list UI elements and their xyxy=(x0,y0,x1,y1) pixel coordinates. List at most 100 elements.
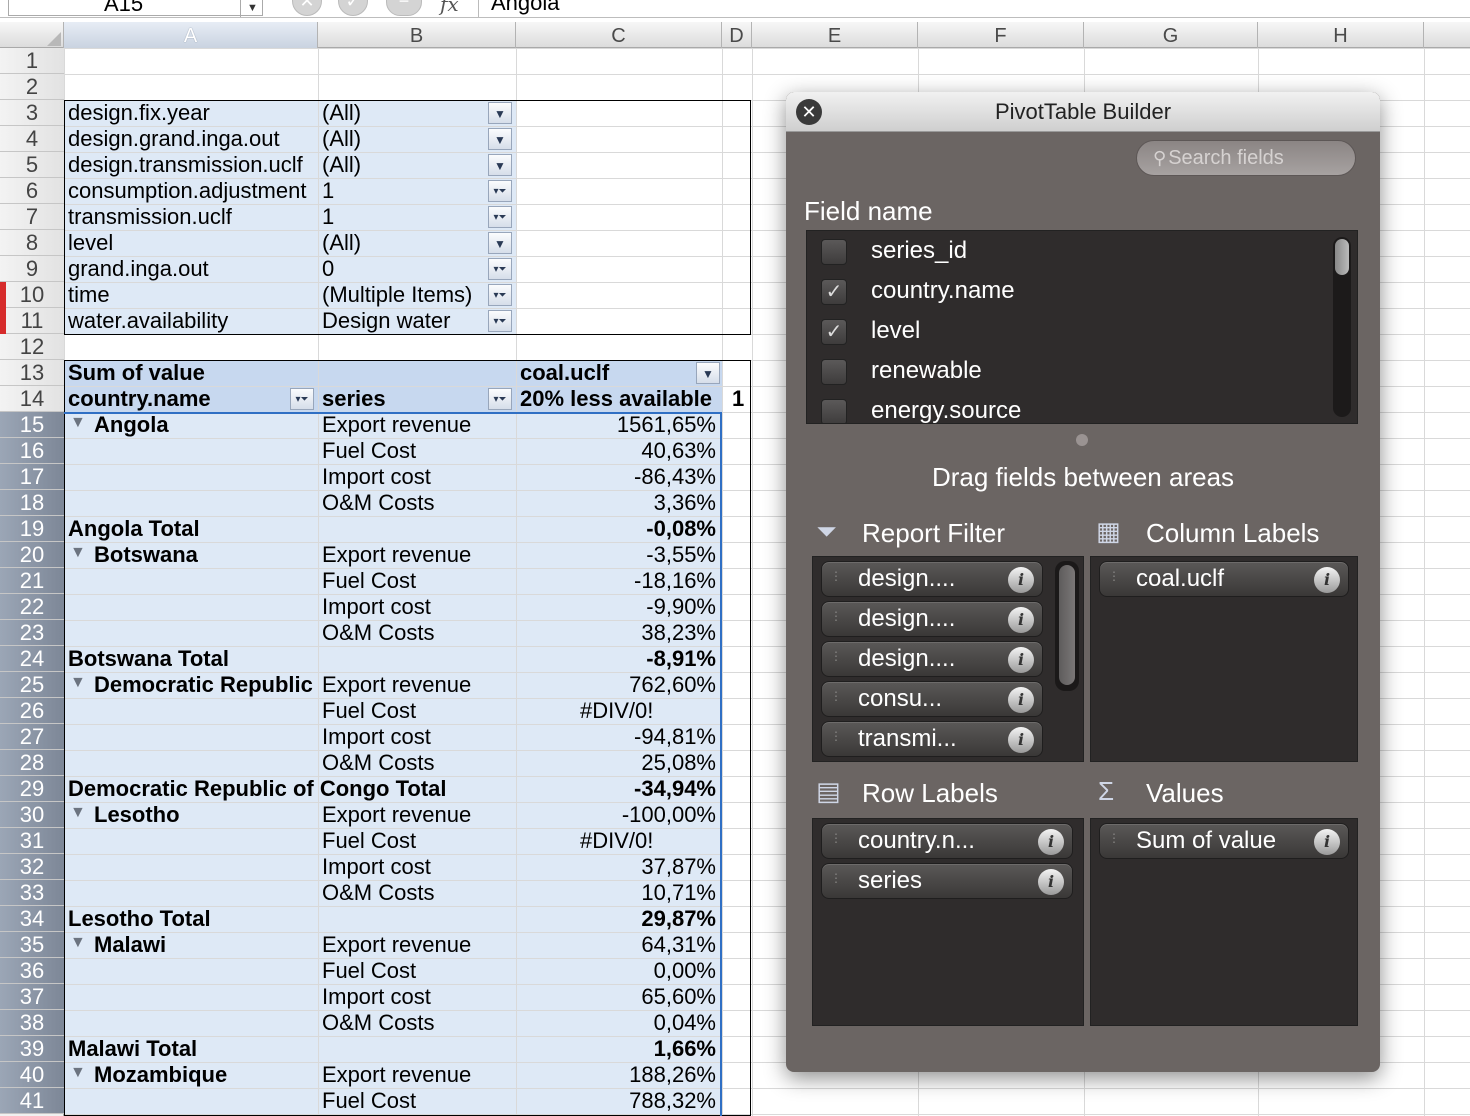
cell-a19[interactable]: Angola Total xyxy=(64,516,200,542)
row-header-22[interactable]: 22 xyxy=(0,594,64,620)
cell-c16[interactable]: 40,63% xyxy=(516,438,722,464)
cell-b10[interactable]: (Multiple Items) xyxy=(318,282,472,308)
pivot-title-bar[interactable]: PivotTable Builder ✕ xyxy=(786,92,1380,132)
cell-a5[interactable]: design.transmission.uclf xyxy=(64,152,303,178)
cell-b23[interactable]: O&M Costs xyxy=(318,620,434,646)
row-header-28[interactable]: 28 xyxy=(0,750,64,776)
cell-b36[interactable]: Fuel Cost xyxy=(318,958,416,984)
search-fields-input[interactable]: ⚲ Search fields xyxy=(1136,140,1356,176)
cell-b21[interactable]: Fuel Cost xyxy=(318,568,416,594)
row-labels-pill[interactable]: ⋮ series i xyxy=(821,863,1073,899)
cell-c32[interactable]: 37,87% xyxy=(516,854,722,880)
collapse-triangle-icon[interactable]: ▼ xyxy=(70,934,86,952)
cell-b22[interactable]: Import cost xyxy=(318,594,431,620)
cell-a24[interactable]: Botswana Total xyxy=(64,646,229,672)
drag-grip-icon[interactable]: ⋮ xyxy=(1108,832,1120,844)
cell-b28[interactable]: O&M Costs xyxy=(318,750,434,776)
select-all-corner[interactable] xyxy=(0,22,64,48)
info-icon[interactable]: i xyxy=(1314,567,1340,593)
field-checkbox[interactable] xyxy=(821,239,847,265)
field-checkbox[interactable] xyxy=(821,359,847,385)
collapse-triangle-icon[interactable]: ▼ xyxy=(70,1064,86,1082)
row-header-14[interactable]: 14 xyxy=(0,386,64,412)
cell-a35[interactable]: Malawi xyxy=(90,932,166,958)
row-header-18[interactable]: 18 xyxy=(0,490,64,516)
row-header-27[interactable]: 27 xyxy=(0,724,64,750)
name-box-dropdown-icon[interactable]: ▼ xyxy=(240,0,264,17)
cell-a20[interactable]: Botswana xyxy=(90,542,198,568)
drag-grip-icon[interactable]: ⋮ xyxy=(1108,570,1120,582)
row-header-2[interactable]: 2 xyxy=(0,74,64,100)
cell-a11[interactable]: water.availability xyxy=(64,308,228,334)
cell-b15[interactable]: Export revenue xyxy=(318,412,471,438)
column-header-d[interactable]: D xyxy=(722,22,752,48)
filter-active-icon[interactable]: ▾⏷ xyxy=(488,258,512,280)
country-name-filter-icon[interactable]: ▾⏷ xyxy=(290,388,314,410)
cell-b30[interactable]: Export revenue xyxy=(318,802,471,828)
cell-a29[interactable]: Democratic Republic of Congo Total xyxy=(64,776,447,802)
cell-c15[interactable]: 1561,65% xyxy=(516,412,722,438)
row-header-36[interactable]: 36 xyxy=(0,958,64,984)
report-filter-pill[interactable]: ⋮ design.... i xyxy=(821,601,1043,637)
field-row-level[interactable]: ✓ level xyxy=(807,311,1327,351)
drag-grip-icon[interactable]: ⋮ xyxy=(830,610,842,622)
report-filter-pill[interactable]: ⋮ transmi... i xyxy=(821,721,1043,757)
cell-c39[interactable]: 1,66% xyxy=(516,1036,722,1062)
coal-uclf-dropdown-icon[interactable]: ▼ xyxy=(696,362,720,384)
row-header-35[interactable]: 35 xyxy=(0,932,64,958)
cell-b38[interactable]: O&M Costs xyxy=(318,1010,434,1036)
column-header-a[interactable]: A xyxy=(64,22,318,48)
info-icon[interactable]: i xyxy=(1314,829,1340,855)
cell-b32[interactable]: Import cost xyxy=(318,854,431,880)
info-icon[interactable]: i xyxy=(1008,607,1034,633)
drag-grip-icon[interactable]: ⋮ xyxy=(830,730,842,742)
row-header-29[interactable]: 29 xyxy=(0,776,64,802)
collapse-triangle-icon[interactable]: ▼ xyxy=(70,804,86,822)
collapse-triangle-icon[interactable]: ▼ xyxy=(70,414,86,432)
cell-c35[interactable]: 64,31% xyxy=(516,932,722,958)
row-labels-pill[interactable]: ⋮ country.n... i xyxy=(821,823,1073,859)
row-header-31[interactable]: 31 xyxy=(0,828,64,854)
row-header-1[interactable]: 1 xyxy=(0,48,64,74)
cell-b20[interactable]: Export revenue xyxy=(318,542,471,568)
filter-active-icon[interactable]: ▾⏷ xyxy=(488,180,512,202)
cell-b37[interactable]: Import cost xyxy=(318,984,431,1010)
row-header-6[interactable]: 6 xyxy=(0,178,64,204)
cell-b11[interactable]: Design water xyxy=(318,308,450,334)
values-pill[interactable]: ⋮ Sum of value i xyxy=(1099,823,1349,859)
row-header-23[interactable]: 23 xyxy=(0,620,64,646)
report-filter-pill[interactable]: ⋮ consu... i xyxy=(821,681,1043,717)
row-header-30[interactable]: 30 xyxy=(0,802,64,828)
cell-c22[interactable]: -9,90% xyxy=(516,594,722,620)
field-list-scrollbar[interactable] xyxy=(1333,237,1351,417)
cell-b17[interactable]: Import cost xyxy=(318,464,431,490)
field-list-scroll-thumb[interactable] xyxy=(1335,239,1349,275)
cell-a10[interactable]: time xyxy=(64,282,110,308)
column-labels-pill[interactable]: ⋮ coal.uclf i xyxy=(1099,561,1349,597)
column-header-g[interactable]: G xyxy=(1084,22,1258,48)
cell-c26[interactable]: #DIV/0! xyxy=(516,698,722,724)
cell-b4[interactable]: (All) xyxy=(318,126,361,152)
column-header-h[interactable]: H xyxy=(1258,22,1424,48)
cell-a8[interactable]: level xyxy=(64,230,113,256)
cell-b18[interactable]: O&M Costs xyxy=(318,490,434,516)
info-icon[interactable]: i xyxy=(1008,647,1034,673)
cell-c21[interactable]: -18,16% xyxy=(516,568,722,594)
cell-c28[interactable]: 25,08% xyxy=(516,750,722,776)
row-header-17[interactable]: 17 xyxy=(0,464,64,490)
report-filter-scroll-thumb[interactable] xyxy=(1059,565,1075,685)
cell-c18[interactable]: 3,36% xyxy=(516,490,722,516)
dropdown-arrow-icon[interactable]: ▼ xyxy=(488,232,512,254)
resize-handle[interactable] xyxy=(1076,434,1088,446)
cell-c40[interactable]: 188,26% xyxy=(516,1062,722,1088)
cell-c41[interactable]: 788,32% xyxy=(516,1088,722,1114)
row-header-10[interactable]: 10 xyxy=(0,282,64,308)
cell-c33[interactable]: 10,71% xyxy=(516,880,722,906)
cell-c14[interactable]: 20% less available xyxy=(516,386,752,412)
cell-a30[interactable]: Lesotho xyxy=(90,802,180,828)
field-row-renewable[interactable]: renewable xyxy=(807,351,1327,391)
row-header-3[interactable]: 3 xyxy=(0,100,64,126)
drag-grip-icon[interactable]: ⋮ xyxy=(830,832,842,844)
series-filter-icon[interactable]: ▾⏷ xyxy=(488,388,512,410)
cell-c29[interactable]: -34,94% xyxy=(516,776,722,802)
